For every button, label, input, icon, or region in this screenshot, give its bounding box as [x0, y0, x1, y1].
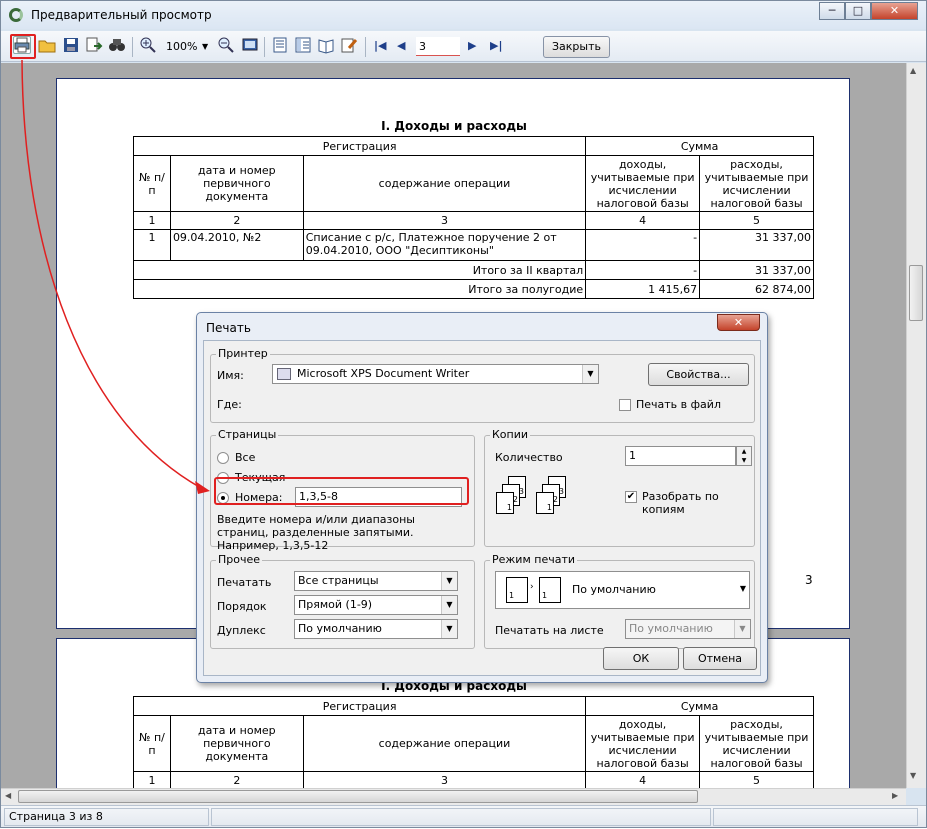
- preview-window: Предварительный просмотр ─ □ ✕ 100% ▼ |◀…: [0, 0, 927, 828]
- annotation-arrow: [21, 59, 210, 494]
- arrow-line: [21, 59, 202, 489]
- arrow-head: [195, 481, 210, 494]
